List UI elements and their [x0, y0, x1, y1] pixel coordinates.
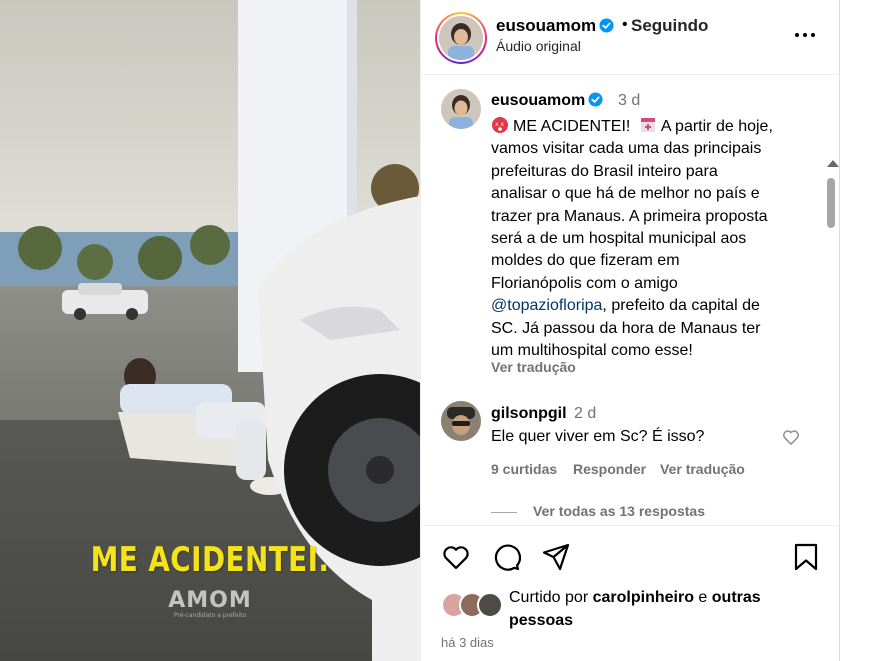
mention-link[interactable]: @topaziofloripa: [491, 297, 602, 314]
watermark-logo: AMOM: [168, 588, 252, 613]
share-icon[interactable]: [541, 542, 571, 572]
liked-by-others-link[interactable]: outras: [712, 589, 761, 606]
liked-by-prefix: Curtido por: [509, 589, 589, 606]
svg-text:x x: x x: [495, 121, 504, 128]
liked-by-text: Curtido por carolpinheiro e outras pesso…: [509, 586, 809, 632]
bookmark-icon[interactable]: [791, 542, 821, 572]
caption-timestamp[interactable]: 3 d: [618, 92, 640, 110]
caption-line-1: ME ACIDENTEI!: [513, 118, 631, 135]
verified-badge-icon: [599, 18, 614, 33]
comment-like-heart-icon[interactable]: [781, 427, 801, 447]
caption-line-7: moldes do que fizeram em: [491, 252, 680, 270]
watermark-subtitle: Pré-candidato a prefeito: [173, 612, 247, 619]
liked-by-user-link[interactable]: carolpinheiro: [593, 589, 694, 606]
comment-likes-count[interactable]: 9 curtidas: [491, 461, 557, 477]
caption-text: x x ME ACIDENTEI! A partir de hoje, vamos…: [491, 116, 811, 362]
caption-line-9-tail: prefeito da capital de: [611, 297, 760, 315]
replies-dash: [491, 511, 517, 513]
post-actions: Curtido por carolpinheiro e outras pesso…: [421, 526, 840, 661]
liked-by-others-link-2[interactable]: pessoas: [509, 612, 573, 629]
caption-line-9: @topaziofloripa, prefeito da capital de: [491, 297, 760, 315]
caption-line-3: prefeituras do Brasil inteiro para: [491, 162, 718, 180]
commenter-avatar[interactable]: [441, 401, 481, 441]
caption-author-avatar[interactable]: [441, 89, 481, 129]
caption-line-2: vamos visitar cada uma das principais: [491, 140, 762, 158]
caption-line-1-tail: A partir de hoje,: [660, 118, 773, 135]
hospital-emoji-icon: [640, 118, 655, 132]
caption-line-6: será a de um hospital municipal aos: [491, 230, 747, 248]
view-replies-button[interactable]: Ver todas as 13 respostas: [491, 503, 705, 519]
comment-translate-link[interactable]: Ver tradução: [660, 461, 745, 477]
author-username[interactable]: eusouamom: [496, 16, 614, 36]
view-replies-label: Ver todas as 13 respostas: [533, 503, 705, 519]
caption-line: x x ME ACIDENTEI! A partir de hoje,: [491, 116, 811, 138]
caption-line-8: Florianópolis com o amigo: [491, 274, 678, 292]
page-background: [840, 0, 882, 661]
liked-by-and: e: [698, 589, 708, 606]
commenter-username[interactable]: gilsonpgil: [491, 405, 567, 423]
media-overlay-text: ME ACIDENTEI.: [90, 540, 330, 580]
caption-username-text: eusouamom: [491, 92, 586, 109]
comment-text: Ele quer viver em Sc? É isso?: [491, 428, 705, 445]
caption-username[interactable]: eusouamom: [491, 92, 603, 110]
dizzy-face-emoji-icon: x x: [492, 117, 508, 133]
header-separator: •: [622, 16, 628, 33]
reply-button[interactable]: Responder: [573, 461, 646, 477]
scroll-up-arrow-icon[interactable]: [827, 160, 839, 167]
author-avatar[interactable]: [435, 12, 487, 64]
like-heart-icon[interactable]: [441, 542, 471, 572]
liker-avatar: [477, 592, 503, 618]
scroll-thumb[interactable]: [827, 178, 835, 228]
liked-by-avatars[interactable]: [441, 592, 507, 620]
author-avatar-image: [439, 16, 483, 60]
caption-line-10: SC. Já passou da hora de Manaus ter: [491, 319, 761, 337]
post-panel: eusouamom • Seguindo Áudio original euso…: [420, 0, 840, 661]
post-media[interactable]: ME ACIDENTEI. AMOM Pré-candidato a prefe…: [0, 0, 420, 661]
comment-icon[interactable]: [491, 542, 521, 572]
verified-badge-icon: [588, 92, 603, 107]
comments-section[interactable]: eusouamom 3 d x x ME ACIDENTEI! A partir …: [421, 76, 840, 526]
caption-line-5: trazer pra Manaus. A primeira proposta: [491, 207, 768, 225]
caption-line-4: analisar o que há de melhor no país e: [491, 185, 760, 203]
more-options-icon[interactable]: [793, 26, 817, 46]
original-audio-link[interactable]: Áudio original: [496, 38, 581, 54]
comment-timestamp[interactable]: 2 d: [574, 405, 596, 423]
post-header: eusouamom • Seguindo Áudio original: [421, 0, 840, 75]
author-username-text: eusouamom: [496, 16, 597, 35]
post-date[interactable]: há 3 dias: [441, 635, 494, 650]
following-button[interactable]: Seguindo: [631, 16, 708, 36]
caption-translate-link[interactable]: Ver tradução: [491, 359, 576, 375]
comments-scrollbar[interactable]: [824, 158, 839, 525]
